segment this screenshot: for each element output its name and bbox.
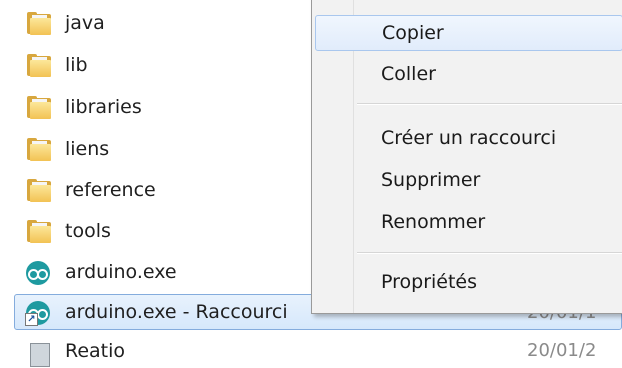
file-date: 20/01/2 bbox=[527, 340, 597, 361]
arduino-shortcut-icon: ↗ bbox=[24, 298, 52, 326]
file-row-tools[interactable]: tools bbox=[24, 214, 324, 248]
menu-item-label: Propriétés bbox=[381, 271, 478, 293]
menu-item-renommer[interactable]: Renommer bbox=[315, 205, 622, 241]
file-row-libraries[interactable]: libraries bbox=[24, 90, 324, 124]
menu-item-supprimer[interactable]: Supprimer bbox=[315, 163, 622, 199]
file-name: liens bbox=[65, 138, 110, 160]
folder-icon bbox=[24, 217, 52, 245]
menu-separator bbox=[357, 252, 622, 254]
menu-item-creer-raccourci[interactable]: Créer un raccourci bbox=[315, 121, 622, 157]
file-row-reatio[interactable]: Reatio bbox=[24, 334, 324, 368]
menu-item-copier[interactable]: Copier bbox=[315, 15, 622, 51]
menu-item-proprietes[interactable]: Propriétés bbox=[315, 265, 622, 301]
file-row-arduino-shortcut[interactable]: ↗ arduino.exe - Raccourci bbox=[24, 295, 324, 329]
file-icon bbox=[24, 337, 52, 367]
menu-item-coller[interactable]: Coller bbox=[315, 57, 622, 93]
file-row-arduino-exe[interactable]: arduino.exe bbox=[24, 255, 324, 289]
file-row-java[interactable]: java bbox=[24, 6, 324, 40]
file-name: libraries bbox=[65, 96, 142, 118]
menu-item-label: Créer un raccourci bbox=[381, 127, 557, 149]
menu-separator bbox=[357, 103, 622, 105]
arduino-icon bbox=[24, 258, 52, 286]
file-row-lib[interactable]: lib bbox=[24, 48, 324, 82]
file-row-reference[interactable]: reference bbox=[24, 173, 324, 207]
folder-icon bbox=[24, 176, 52, 204]
folder-icon bbox=[24, 135, 52, 163]
menu-item-label: Renommer bbox=[381, 211, 486, 233]
context-menu: Copier Coller Créer un raccourci Supprim… bbox=[311, 0, 622, 314]
menu-item-label: Copier bbox=[382, 22, 444, 44]
file-row-liens[interactable]: liens bbox=[24, 132, 324, 166]
folder-icon bbox=[24, 93, 52, 121]
file-name: java bbox=[65, 12, 105, 34]
file-name: arduino.exe bbox=[65, 261, 177, 283]
file-name: lib bbox=[65, 54, 88, 76]
folder-icon bbox=[24, 51, 52, 79]
file-name: Reatio bbox=[65, 340, 126, 362]
file-name: reference bbox=[65, 179, 156, 201]
file-name: arduino.exe - Raccourci bbox=[65, 301, 288, 323]
file-name: tools bbox=[65, 220, 111, 242]
menu-item-label: Supprimer bbox=[381, 169, 481, 191]
folder-icon bbox=[24, 9, 52, 37]
menu-item-label: Coller bbox=[381, 63, 436, 85]
